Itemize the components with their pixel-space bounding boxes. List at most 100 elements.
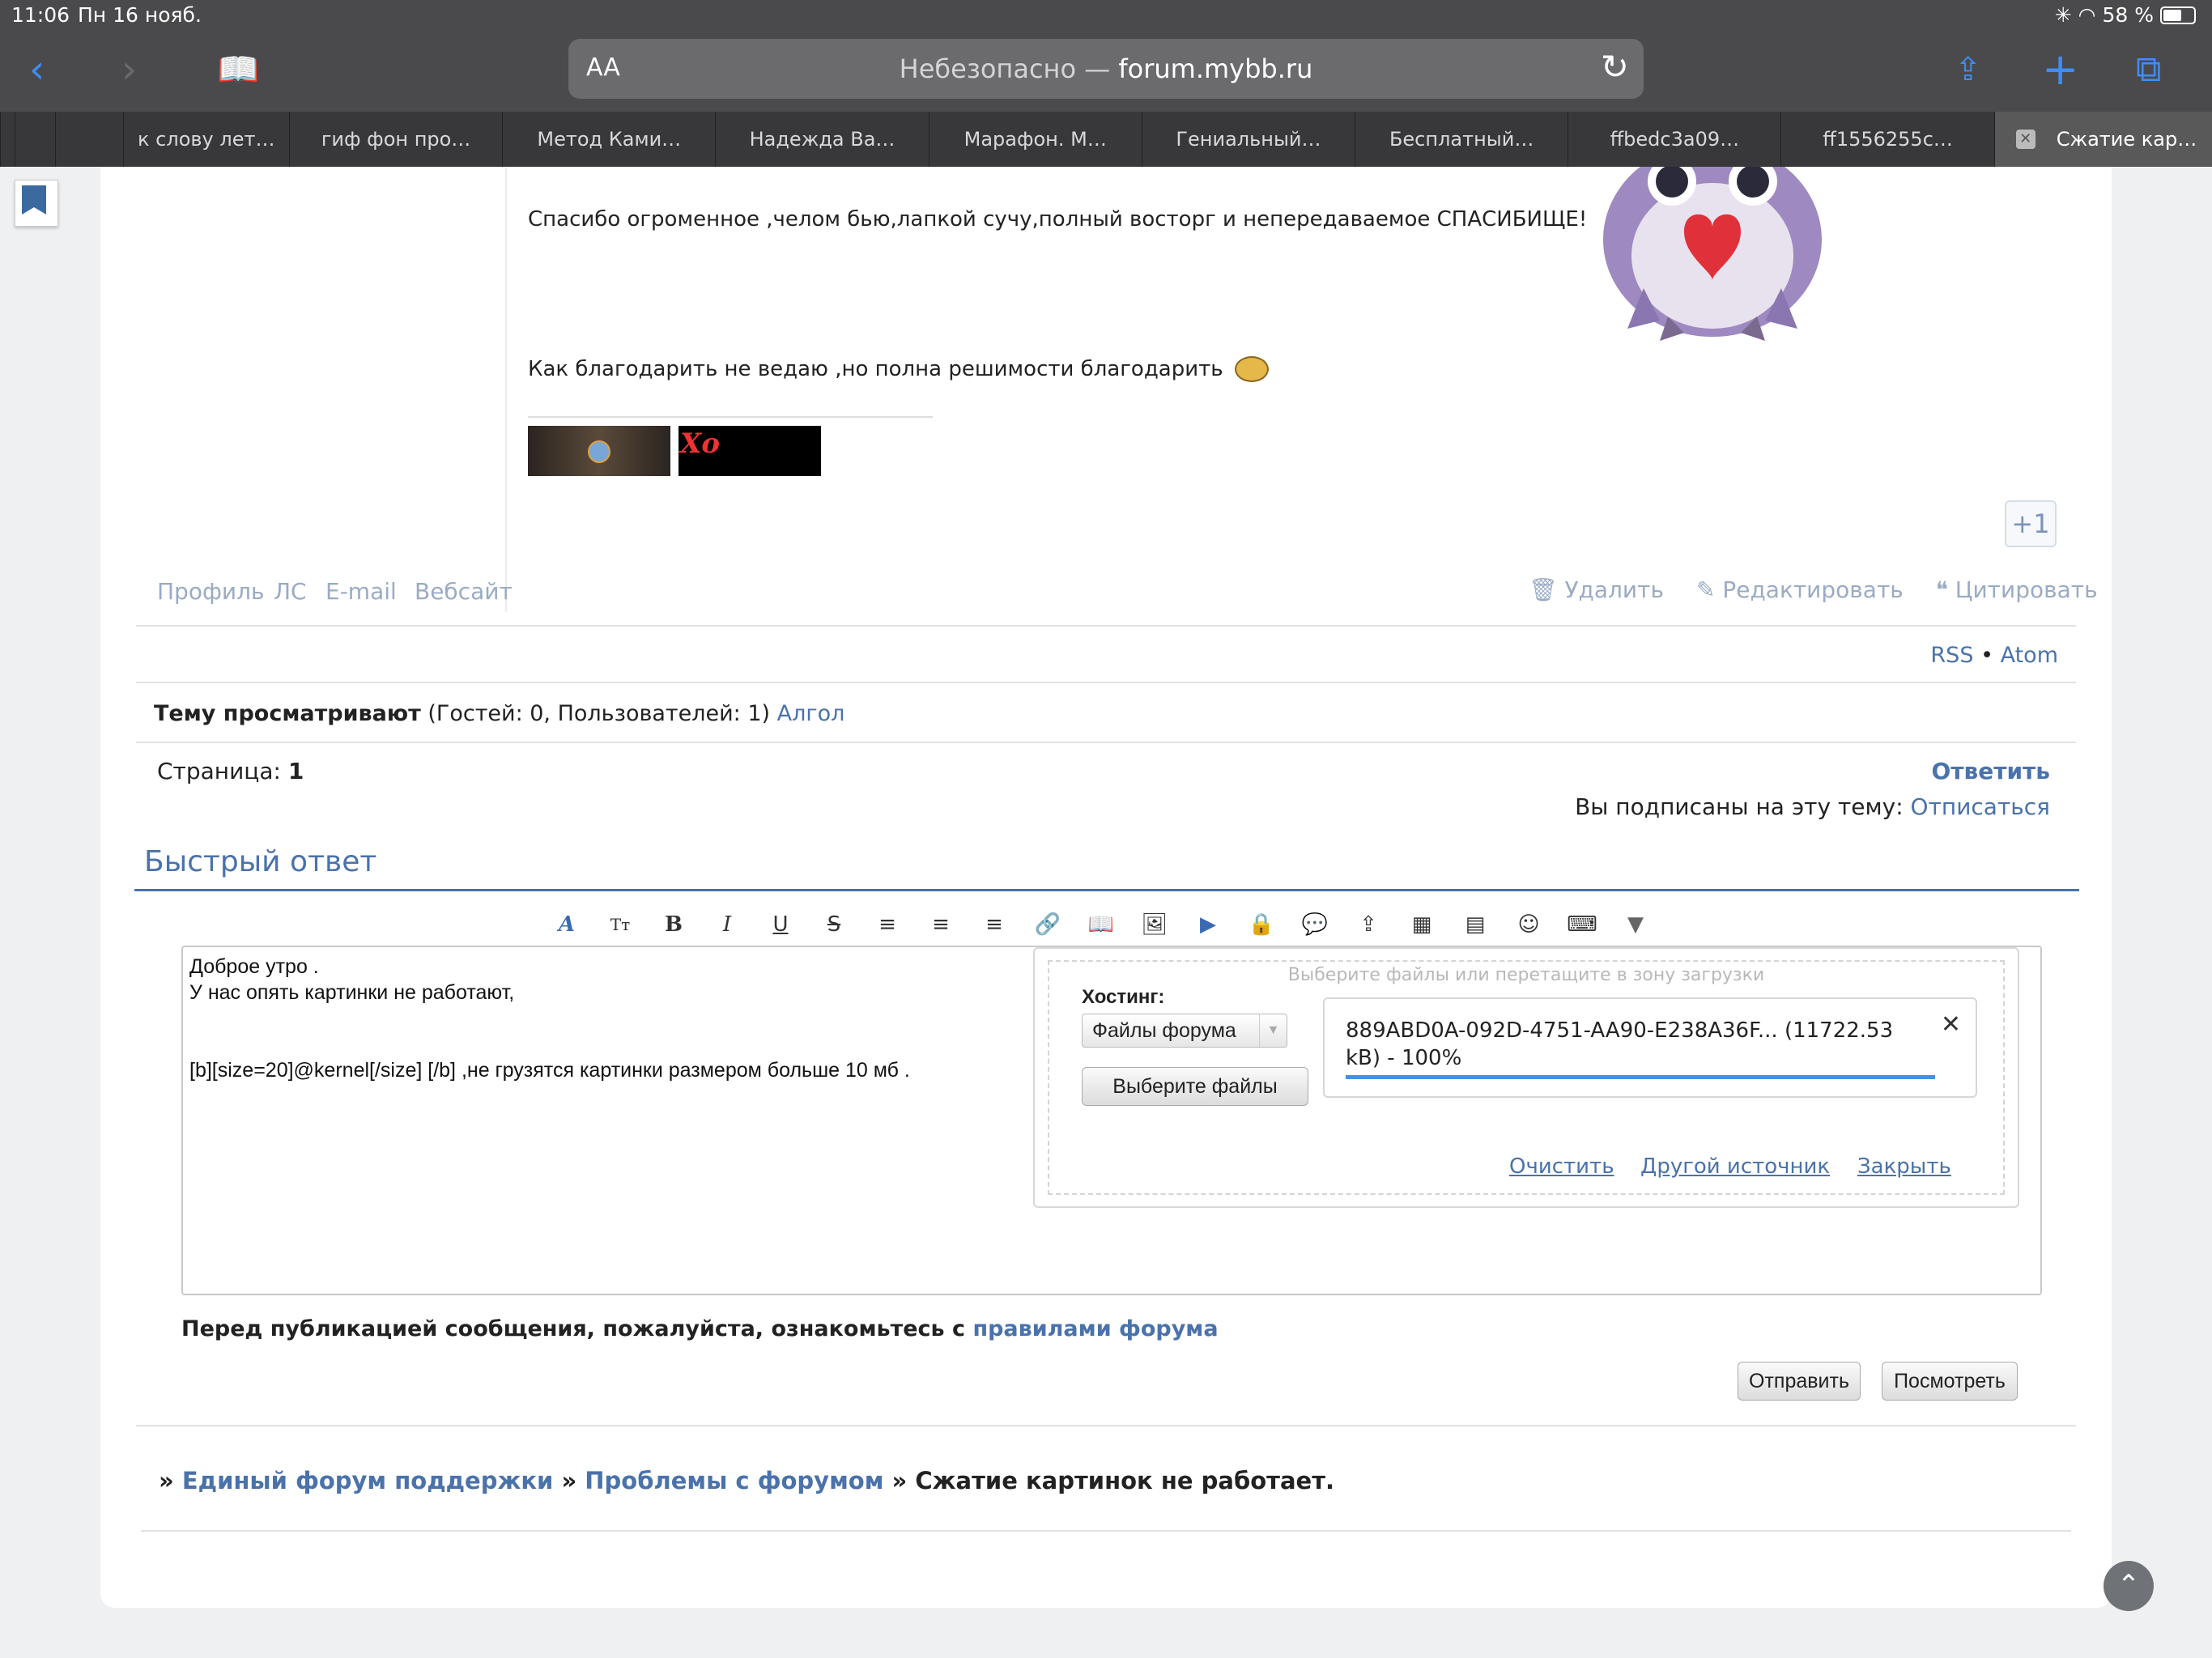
reply-link[interactable]: Ответить bbox=[1931, 758, 2050, 784]
font-color-icon[interactable]: A bbox=[551, 908, 583, 941]
drop-zone-hint: Выберите файлы или перетащите в зону заг… bbox=[1287, 965, 1765, 985]
send-button[interactable]: Отправить bbox=[1738, 1362, 1861, 1401]
keyboard-icon[interactable]: ⌨ bbox=[1566, 908, 1598, 941]
tab-item[interactable]: гиф фон про… bbox=[288, 112, 502, 167]
bold-icon[interactable]: B bbox=[657, 908, 690, 941]
close-upload-link[interactable]: Закрыть bbox=[1857, 1154, 1951, 1179]
underline-icon[interactable]: U bbox=[764, 908, 797, 941]
uploaded-file-item: 889ABD0A-092D-4751-AA90-E238A36F... (117… bbox=[1323, 997, 1977, 1098]
author-profile-link[interactable]: Профиль bbox=[157, 578, 265, 605]
viewers-counts: (Гостей: 0, Пользователей: 1) bbox=[428, 701, 771, 726]
preview-button[interactable]: Посмотреть bbox=[1882, 1362, 2018, 1401]
share-icon[interactable]: ⇪ bbox=[1955, 37, 1982, 102]
tab-pinned-c[interactable] bbox=[54, 112, 123, 167]
align-left-icon[interactable]: ≡ bbox=[871, 908, 904, 941]
image-icon[interactable]: 🖼 bbox=[1138, 908, 1171, 941]
table-icon[interactable]: ▤ bbox=[1459, 908, 1491, 941]
hosting-select[interactable]: Файлы форума ▼ bbox=[1082, 1014, 1287, 1048]
tab-pinned-b[interactable] bbox=[14, 112, 55, 167]
align-center-icon[interactable]: ≡ bbox=[925, 908, 957, 941]
choose-files-button[interactable]: Выберите файлы bbox=[1082, 1067, 1308, 1106]
quick-reply-title: Быстрый ответ bbox=[144, 845, 377, 878]
scroll-to-top-button[interactable]: ⌃ bbox=[2104, 1561, 2154, 1611]
address-security: Небезопасно — bbox=[899, 53, 1119, 84]
tab-item[interactable]: к слову лет… bbox=[122, 112, 289, 167]
tab-item[interactable]: ffbedc3a09… bbox=[1568, 112, 1780, 167]
tab-pinned-a[interactable] bbox=[0, 112, 15, 167]
chevron-down-icon: ▼ bbox=[1259, 1014, 1287, 1047]
clear-link[interactable]: Очистить bbox=[1509, 1154, 1614, 1179]
rules-notice: Перед публикацией сообщения, пожалуйста,… bbox=[181, 1316, 1219, 1341]
address-text: Небезопасно — forum.mybb.ru bbox=[568, 53, 1644, 84]
trash-icon: 🗑 bbox=[1529, 576, 1558, 603]
plus-one-button[interactable]: +1 bbox=[2005, 500, 2057, 547]
tab-item[interactable]: Марафон. М… bbox=[928, 112, 1142, 167]
italic-icon[interactable]: I bbox=[711, 908, 743, 941]
remove-file-icon[interactable]: ✕ bbox=[1941, 1010, 1961, 1039]
tabs-overview-icon[interactable]: ⧉ bbox=[2136, 37, 2161, 102]
breadcrumb-forum-link[interactable]: Единый форум поддержки bbox=[182, 1467, 553, 1494]
subscription-text: Вы подписаны на эту тему: bbox=[1575, 793, 1904, 820]
tab-item[interactable]: Бесплатный… bbox=[1355, 112, 1568, 167]
smiley-icon bbox=[1234, 356, 1269, 382]
back-icon[interactable]: ‹ bbox=[29, 37, 45, 102]
breadcrumb: » Единый форум поддержки » Проблемы с фо… bbox=[159, 1467, 1334, 1494]
address-bar[interactable]: AA Небезопасно — forum.mybb.ru ↻ bbox=[568, 39, 1644, 99]
page-bookmark-icon[interactable] bbox=[15, 180, 58, 227]
viewer-user-link[interactable]: Алгол bbox=[777, 701, 845, 726]
forum-rules-link[interactable]: правилами форума bbox=[972, 1316, 1218, 1341]
link-icon[interactable]: 🔗 bbox=[1032, 908, 1064, 941]
author-website-link[interactable]: Вебсайт bbox=[415, 578, 513, 605]
upload-progress-bar bbox=[1346, 1075, 1935, 1079]
breadcrumb-separator: » bbox=[561, 1467, 577, 1494]
activity-icon: ✳ bbox=[2054, 3, 2072, 27]
author-email-link[interactable]: E-mail bbox=[325, 578, 397, 605]
color-palette-icon[interactable]: ▦ bbox=[1406, 908, 1438, 941]
breadcrumb-current: Сжатие картинок не работает. bbox=[915, 1467, 1335, 1494]
status-time: 11:06 bbox=[11, 3, 70, 27]
feed-links: RSS • Atom bbox=[1930, 643, 2058, 668]
breadcrumb-section-link[interactable]: Проблемы с форумом bbox=[585, 1467, 883, 1494]
tab-item[interactable]: ff1556255c… bbox=[1780, 112, 1993, 167]
video-icon[interactable]: ▶ bbox=[1192, 908, 1224, 941]
tab-item[interactable]: Гениальный… bbox=[1141, 112, 1355, 167]
new-tab-icon[interactable]: + bbox=[2042, 37, 2078, 102]
font-size-icon[interactable]: Tт bbox=[604, 908, 636, 941]
tab-active[interactable]: ✕ Сжатие кар… bbox=[1993, 112, 2212, 167]
wifi-icon: ◠ bbox=[2078, 3, 2096, 27]
smiley-picker-icon[interactable]: ☺ bbox=[1512, 908, 1545, 941]
divider bbox=[136, 682, 2076, 683]
other-source-link[interactable]: Другой источник bbox=[1640, 1154, 1830, 1179]
tab-item[interactable]: Метод Ками… bbox=[502, 112, 715, 167]
unsubscribe-link[interactable]: Отписаться bbox=[1911, 793, 2050, 820]
edit-action[interactable]: ✎ Редактировать bbox=[1696, 576, 1904, 603]
rss-link[interactable]: RSS bbox=[1930, 643, 1973, 668]
reload-icon[interactable]: ↻ bbox=[1601, 47, 1629, 87]
hosting-label: Хостинг: bbox=[1082, 986, 1165, 1008]
delete-action[interactable]: 🗑 Удалить bbox=[1529, 576, 1664, 603]
upload-icon[interactable]: ⇪ bbox=[1352, 908, 1385, 941]
tab-item[interactable]: Надежда Ва… bbox=[715, 112, 928, 167]
author-pm-link[interactable]: ЛС bbox=[274, 578, 307, 605]
post-text-line2-wrap: Как благодарить не ведаю ,но полна решим… bbox=[528, 356, 1269, 382]
status-indicators: ✳ ◠ 58 % bbox=[2055, 3, 2196, 27]
atom-link[interactable]: Atom bbox=[2001, 643, 2058, 668]
book-icon[interactable]: 📖 bbox=[1085, 908, 1117, 941]
reply-text: Доброе утро . У нас опять картинки не ра… bbox=[189, 955, 910, 1082]
quote-icon: ❝ bbox=[1935, 576, 1948, 603]
signature-banner-image[interactable]: Xo bbox=[678, 426, 821, 476]
align-right-icon[interactable]: ≡ bbox=[978, 908, 1010, 941]
strikethrough-icon[interactable]: S bbox=[818, 908, 850, 941]
pencil-icon: ✎ bbox=[1695, 576, 1716, 603]
signature-banner-image[interactable] bbox=[528, 426, 670, 476]
close-tab-icon[interactable]: ✕ bbox=[2015, 130, 2035, 149]
bookmarks-icon[interactable]: 📖 bbox=[217, 37, 259, 102]
upload-panel: Выберите файлы или перетащите в зону заг… bbox=[1033, 947, 2019, 1208]
tab-bar: к слову лет… гиф фон про… Метод Ками… На… bbox=[0, 112, 2212, 167]
post-text-line2: Как благодарить не ведаю ,но полна решим… bbox=[528, 357, 1223, 381]
lock-icon[interactable]: 🔒 bbox=[1245, 908, 1278, 941]
more-tools-icon[interactable]: ▼ bbox=[1619, 908, 1652, 941]
quote-action[interactable]: ❝ Цитировать bbox=[1936, 576, 2098, 603]
quote-bubble-icon[interactable]: 💬 bbox=[1299, 908, 1331, 941]
forward-icon[interactable]: › bbox=[121, 37, 137, 102]
